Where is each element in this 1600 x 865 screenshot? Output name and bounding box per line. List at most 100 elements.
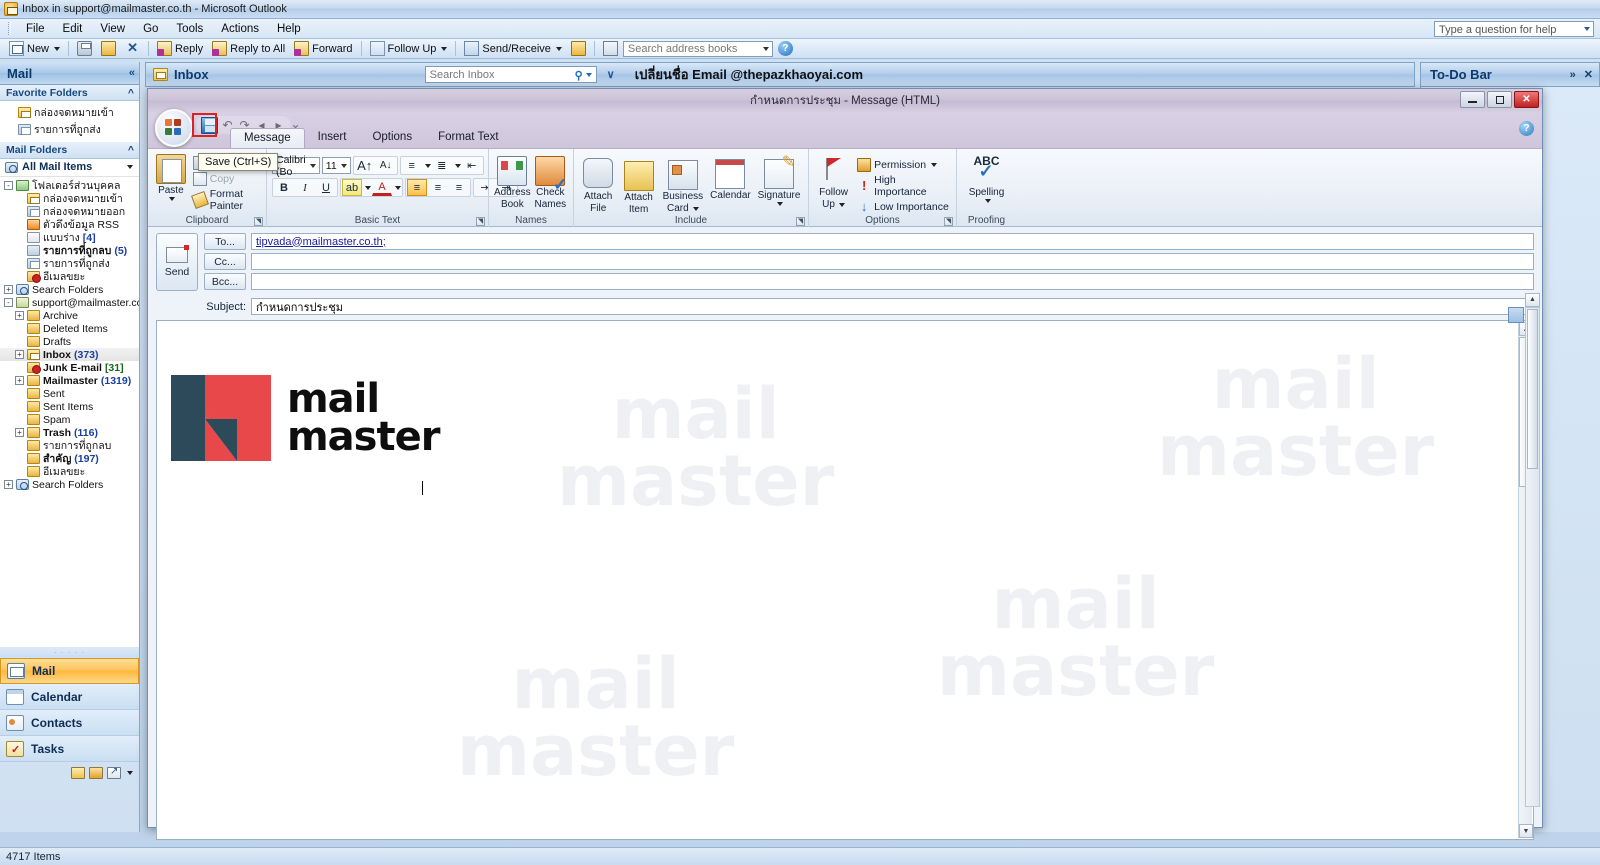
folder-tree-item[interactable]: อีเมลขยะ (0, 270, 139, 283)
chevron-down-icon[interactable] (309, 164, 316, 168)
nav-button-contacts[interactable]: Contacts (0, 710, 139, 736)
expand-icon[interactable]: + (4, 285, 13, 294)
expand-icon[interactable]: + (4, 480, 13, 489)
tab-message[interactable]: Message (230, 128, 305, 148)
align-left-icon[interactable]: ≡ (407, 179, 427, 196)
menu-actions[interactable]: Actions (212, 21, 268, 37)
search-inbox-input[interactable]: Search Inbox ⚲ (424, 66, 597, 83)
folder-tree-item[interactable]: + Mailmaster (1319) (0, 374, 139, 387)
font-color-icon[interactable]: A (372, 179, 392, 196)
expand-pane-icon[interactable] (1508, 307, 1524, 323)
collapse-icon[interactable]: - (4, 181, 13, 190)
chevron-down-icon[interactable] (454, 163, 461, 168)
shortcuts-icon[interactable] (107, 766, 121, 779)
reply-button[interactable]: Reply (153, 40, 207, 57)
cc-input[interactable] (251, 253, 1534, 270)
folder-tree-item[interactable]: + Search Folders (0, 283, 139, 296)
include-dialog-launcher[interactable]: ◥ (796, 217, 805, 226)
forward-button[interactable]: Forward (290, 40, 356, 57)
folder-tree-item[interactable]: อีเมลขยะ (0, 465, 139, 478)
folder-tree-item[interactable]: Drafts (0, 335, 139, 348)
move-to-folder-button[interactable] (97, 40, 120, 57)
font-size-combo[interactable]: 11 (321, 157, 351, 174)
help-icon[interactable]: ? (1519, 121, 1534, 136)
print-button[interactable] (73, 40, 96, 57)
spelling-button[interactable]: ABC ✓ Spelling (962, 154, 1011, 203)
expand-icon[interactable]: + (15, 428, 24, 437)
chevron-down-icon[interactable] (762, 46, 769, 51)
subject-input[interactable]: กำหนดการประชุม (251, 298, 1534, 315)
new-button[interactable]: New (5, 40, 64, 57)
to-input[interactable]: tipvada@mailmaster.co.th; (251, 233, 1534, 250)
address-book-button[interactable]: Address Book (494, 154, 531, 210)
reply-all-button[interactable]: Reply to All (208, 40, 289, 57)
help-button[interactable]: ? (774, 40, 797, 57)
send-button[interactable]: Send (156, 233, 198, 291)
folder-tree-item[interactable]: Spam (0, 413, 139, 426)
collapse-icon[interactable]: ^ (128, 87, 134, 99)
expand-icon[interactable]: + (15, 311, 24, 320)
signature-button[interactable]: Signature (755, 154, 803, 206)
font-name-combo[interactable]: Calibri (Bo (272, 154, 320, 178)
folder-tree-item[interactable]: + Search Folders (0, 478, 139, 491)
chevron-down-icon[interactable] (931, 163, 938, 167)
address-book-button[interactable] (599, 40, 622, 57)
collapse-icon[interactable]: - (4, 298, 13, 307)
all-mail-items-selector[interactable]: All Mail Items (0, 159, 139, 177)
to-button[interactable]: To... (204, 233, 246, 250)
shrink-font-icon[interactable]: A↓ (376, 157, 396, 174)
chevron-down-icon[interactable] (838, 202, 845, 207)
folder-tree-item[interactable]: Junk E-mail [31] (0, 361, 139, 374)
search-address-books-input[interactable]: Search address books (622, 40, 773, 57)
minimize-button[interactable] (1460, 91, 1485, 108)
expand-icon[interactable]: + (15, 350, 24, 359)
chevron-down-icon[interactable] (424, 163, 431, 168)
configure-buttons-icon[interactable] (127, 771, 133, 775)
underline-icon[interactable]: U (316, 179, 336, 196)
folder-tree-item[interactable]: Sent Items (0, 400, 139, 413)
cc-button[interactable]: Cc... (204, 253, 246, 270)
menu-edit[interactable]: Edit (54, 21, 92, 37)
collapse-icon[interactable]: ^ (128, 144, 134, 156)
follow-up-button[interactable]: Follow Up (814, 154, 853, 210)
favorite-item-sent[interactable]: รายการที่ถูกส่ง (0, 121, 139, 138)
close-icon[interactable]: ✕ (1584, 68, 1593, 81)
basic-text-dialog-launcher[interactable]: ◥ (476, 217, 485, 226)
tab-options[interactable]: Options (359, 128, 425, 148)
expand-icon[interactable]: + (15, 376, 24, 385)
tab-insert[interactable]: Insert (305, 128, 360, 148)
nav-pane-splitter[interactable]: · · · · · (0, 647, 139, 657)
paste-button[interactable]: Paste (153, 152, 189, 201)
business-card-button[interactable]: Business Card (660, 154, 706, 214)
help-question-input[interactable]: Type a question for help (1434, 21, 1594, 37)
copy-button[interactable]: Copy (191, 171, 261, 187)
chevron-down-icon[interactable] (365, 185, 371, 190)
align-center-icon[interactable]: ≡ (428, 179, 448, 196)
open-folder-button[interactable] (567, 40, 590, 57)
compose-vertical-scrollbar[interactable] (1525, 307, 1540, 807)
maximize-button[interactable] (1487, 91, 1512, 108)
chevron-down-icon[interactable] (340, 164, 347, 168)
bold-icon[interactable]: B (274, 179, 294, 196)
expand-query-builder-icon[interactable]: ∨ (607, 68, 615, 81)
favorite-item-inbox[interactable]: กล่องจดหมายเข้า (0, 104, 139, 121)
folder-tree-item[interactable]: Sent (0, 387, 139, 400)
chevron-down-icon[interactable] (585, 73, 592, 77)
menu-go[interactable]: Go (134, 21, 167, 37)
favorite-folders-header[interactable]: Favorite Folders ^ (0, 85, 139, 101)
message-body-editor[interactable]: mail master mail master mail master mail mas… (156, 320, 1534, 840)
nav-button-calendar[interactable]: Calendar (0, 684, 139, 710)
text-highlight-icon[interactable]: ab (342, 179, 362, 196)
scroll-down-icon[interactable]: ▼ (1519, 824, 1533, 838)
menu-file[interactable]: File (17, 21, 54, 37)
chevron-left-icon[interactable]: « (129, 67, 135, 79)
options-dialog-launcher[interactable]: ◥ (944, 217, 953, 226)
low-importance-button[interactable]: ↓ Low Importance (855, 199, 951, 215)
align-right-icon[interactable]: ≡ (449, 179, 469, 196)
folder-list-icon[interactable] (89, 767, 103, 779)
notes-icon[interactable] (71, 767, 85, 779)
chevron-down-icon[interactable] (127, 165, 133, 169)
menu-grip[interactable] (8, 22, 11, 35)
folder-tree-item[interactable]: Deleted Items (0, 322, 139, 335)
menu-help[interactable]: Help (268, 21, 310, 37)
